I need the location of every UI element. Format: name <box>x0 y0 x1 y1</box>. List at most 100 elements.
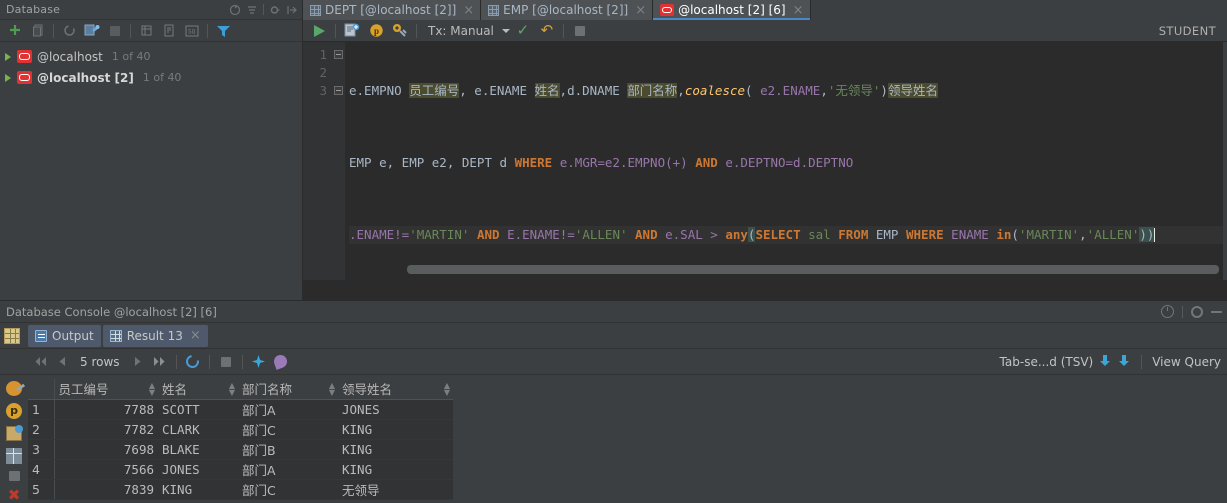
cell-ename[interactable]: BLAKE <box>158 439 238 460</box>
toolbar-divider <box>53 23 54 38</box>
tab-dept[interactable]: DEPT [@localhost [2]] × <box>303 0 482 20</box>
new-session-icon[interactable] <box>341 21 363 41</box>
tree-node-localhost-2[interactable]: @localhost [2] 1 of 40 <box>0 67 302 88</box>
import-data-icon[interactable] <box>1118 354 1131 369</box>
parameters-icon[interactable]: p <box>365 21 387 41</box>
close-icon[interactable]: ✖ <box>8 488 21 503</box>
column-header-ename[interactable]: 姓名 ▲ ▼ <box>158 379 238 400</box>
stop-icon[interactable] <box>8 470 20 481</box>
cell-empno[interactable]: 7698 <box>54 439 158 460</box>
close-icon[interactable]: × <box>190 328 201 343</box>
gear-icon[interactable] <box>269 4 281 16</box>
datasource-properties-icon[interactable] <box>81 21 103 41</box>
cell-dname[interactable]: 部门C <box>238 419 338 440</box>
cell-manager[interactable]: JONES <box>338 399 453 420</box>
cell-manager[interactable]: KING <box>338 419 453 440</box>
sql-code[interactable]: e.EMPNO 员工编号, e.ENAME 姓名,d.DNAME 部门名称,co… <box>345 42 1227 280</box>
cell-manager[interactable]: KING <box>338 459 453 480</box>
rollback-icon[interactable]: ↶ <box>536 21 558 41</box>
cell-manager[interactable]: 无领导 <box>338 479 453 500</box>
table-row[interactable]: 4 7566 JONES 部门A KING <box>28 459 453 480</box>
collapse-all-icon[interactable] <box>246 4 258 16</box>
cell-ename[interactable]: CLARK <box>158 419 238 440</box>
parameters-icon[interactable]: p <box>6 403 22 420</box>
tab-console[interactable]: @localhost [2] [6] × <box>653 0 811 20</box>
transaction-mode-label[interactable]: Tx: Manual <box>422 24 496 38</box>
close-icon[interactable]: × <box>463 4 474 17</box>
cancel-running-icon[interactable] <box>216 352 236 372</box>
tab-result-13[interactable]: Result 13 × <box>102 324 208 347</box>
cell-manager[interactable]: KING <box>338 439 453 460</box>
expand-triangle-icon[interactable] <box>5 52 11 61</box>
sql-script-icon[interactable] <box>158 21 180 41</box>
close-icon[interactable]: × <box>793 4 804 17</box>
cell-empno[interactable]: 7788 <box>54 399 158 420</box>
cell-dname[interactable]: 部门C <box>238 479 338 500</box>
scrollbar-thumb[interactable] <box>407 265 1219 274</box>
editor-horizontal-scrollbar[interactable] <box>345 265 1219 274</box>
add-icon[interactable] <box>4 21 26 41</box>
duplicate-icon[interactable] <box>27 21 49 41</box>
sort-icon[interactable]: ▲ ▼ <box>444 381 450 396</box>
tab-output[interactable]: Output <box>28 324 101 347</box>
db-tools-icon[interactable] <box>389 21 411 41</box>
value-editor-icon[interactable] <box>6 425 23 442</box>
cell-dname[interactable]: 部门A <box>238 399 338 420</box>
commit-icon[interactable]: ✓ <box>512 21 534 41</box>
tab-emp[interactable]: EMP [@localhost [2]] × <box>481 0 654 20</box>
first-page-icon[interactable] <box>30 352 50 372</box>
fold-collapse-icon[interactable] <box>334 50 343 59</box>
export-data-icon[interactable] <box>1099 354 1112 369</box>
jump-to-console-icon[interactable]: SQ <box>181 21 203 41</box>
hide-panel-icon[interactable] <box>286 4 298 16</box>
result-grid[interactable]: 员工编号 ▲ ▼ 姓名 ▲ ▼ 部门名称 ▲ ▼ 领导姓名 ▲ ▼ 1 7788… <box>28 379 1227 503</box>
chevron-down-icon[interactable] <box>501 28 510 33</box>
table-row[interactable]: 2 7782 CLARK 部门C KING <box>28 419 453 440</box>
execute-icon[interactable] <box>308 21 330 41</box>
minimize-icon[interactable] <box>1211 310 1222 313</box>
prev-page-icon[interactable] <box>52 352 72 372</box>
wrench-icon[interactable] <box>6 381 22 397</box>
column-header-manager[interactable]: 领导姓名 ▲ ▼ <box>338 379 453 400</box>
last-page-icon[interactable] <box>150 352 170 372</box>
code-fold-column[interactable] <box>333 42 345 280</box>
table-row[interactable]: 3 7698 BLAKE 部门B KING <box>28 439 453 460</box>
column-header-empno[interactable]: 员工编号 ▲ ▼ <box>54 379 158 400</box>
cell-ename[interactable]: KING <box>158 479 238 500</box>
column-header-dname[interactable]: 部门名称 ▲ ▼ <box>238 379 338 400</box>
cell-dname[interactable]: 部门B <box>238 439 338 460</box>
gear-icon[interactable] <box>1191 305 1203 318</box>
cell-dname[interactable]: 部门A <box>238 459 338 480</box>
help-icon[interactable] <box>1161 305 1174 318</box>
console-view-icon[interactable] <box>4 327 20 344</box>
expand-triangle-icon[interactable] <box>5 73 11 82</box>
cell-ename[interactable]: SCOTT <box>158 399 238 420</box>
sort-icon[interactable]: ▲ ▼ <box>149 381 155 396</box>
stop-icon[interactable] <box>104 21 126 41</box>
tree-node-localhost[interactable]: @localhost 1 of 40 <box>0 46 302 67</box>
refresh-icon[interactable] <box>58 21 80 41</box>
table-row[interactable]: 5 7839 KING 部门C 无领导 <box>28 479 453 500</box>
pin-tab-icon[interactable] <box>271 352 291 372</box>
sync-icon[interactable] <box>229 4 241 16</box>
schema-label[interactable]: STUDENT <box>1159 24 1222 38</box>
cell-ename[interactable]: JONES <box>158 459 238 480</box>
next-page-icon[interactable] <box>128 352 148 372</box>
close-icon[interactable]: × <box>635 4 646 17</box>
filter-icon[interactable] <box>212 21 234 41</box>
export-format-label[interactable]: Tab-se...d (TSV) <box>1000 355 1094 369</box>
sort-icon[interactable]: ▲ ▼ <box>229 381 235 396</box>
reload-page-icon[interactable] <box>183 352 203 372</box>
modify-table-icon[interactable] <box>135 21 157 41</box>
cell-empno[interactable]: 7566 <box>54 459 158 480</box>
table-row[interactable]: 1 7788 SCOTT 部门A JONES <box>28 399 453 420</box>
fold-collapse-icon[interactable] <box>334 86 343 95</box>
cell-empno[interactable]: 7839 <box>54 479 158 500</box>
sort-icon[interactable]: ▲ ▼ <box>329 381 335 396</box>
cell-empno[interactable]: 7782 <box>54 419 158 440</box>
transaction-icon[interactable] <box>249 352 269 372</box>
view-query-button[interactable]: View Query <box>1152 355 1221 369</box>
table-view-icon[interactable] <box>6 448 22 464</box>
stop-icon[interactable] <box>569 21 591 41</box>
code-editor[interactable]: 1 2 3 e.EMPNO 员工编号, e.ENAME 姓名,d.DNAME 部… <box>303 42 1227 280</box>
